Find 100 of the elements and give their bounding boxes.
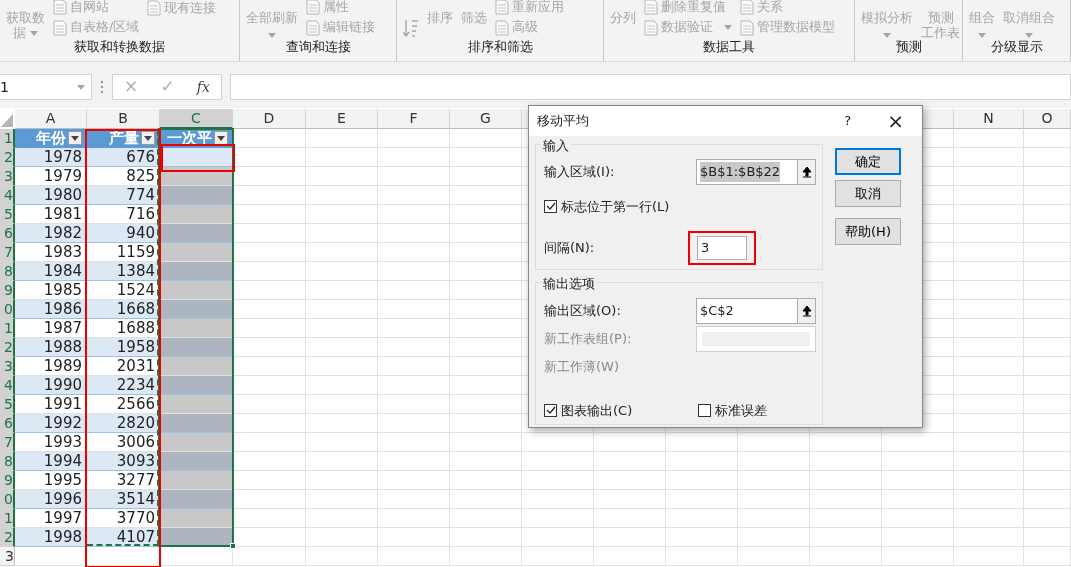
ribbon-button[interactable]: 重新应用: [495, 0, 564, 18]
ribbon-button[interactable]: 编辑链接: [306, 17, 375, 38]
row-header[interactable]: 8: [0, 262, 15, 281]
column-header[interactable]: D: [233, 109, 306, 129]
ribbon-button[interactable]: 数据验证: [644, 17, 732, 38]
table-cell: 3514: [87, 490, 160, 509]
row-header[interactable]: 5: [0, 205, 15, 224]
group-label: 数据工具: [702, 38, 756, 56]
ribbon-button[interactable]: 模拟分析: [861, 0, 913, 38]
column-header[interactable]: A: [15, 109, 87, 129]
column-header[interactable]: E: [306, 109, 378, 129]
row-header[interactable]: 3: [0, 167, 15, 186]
column-header[interactable]: F: [378, 109, 450, 129]
row-header[interactable]: 9: [0, 281, 15, 300]
table-cell: 4107: [87, 528, 160, 547]
table-cell: 1994: [15, 452, 87, 471]
dialog-button[interactable]: 取消: [835, 180, 901, 207]
ribbon-button[interactable]: 自网站: [53, 0, 140, 18]
field-label: 间隔(N):: [544, 238, 595, 257]
row-header[interactable]: 6: [0, 414, 15, 433]
row-header[interactable]: 0: [0, 300, 15, 319]
help-button[interactable]: ?: [844, 111, 852, 131]
ribbon-button[interactable]: 关系: [740, 0, 835, 18]
table-cell: 1982: [15, 224, 87, 243]
row-header[interactable]: 8: [0, 452, 15, 471]
row-header[interactable]: 6: [0, 224, 15, 243]
table-cell: 1980: [15, 186, 87, 205]
column-header[interactable]: O: [1024, 109, 1071, 129]
field-label: 输出区域(O):: [544, 302, 621, 321]
row-header[interactable]: 0: [0, 490, 15, 509]
table-cell: 1384: [87, 262, 160, 281]
table-cell: 1986: [15, 300, 87, 319]
row-header[interactable]: 5: [0, 395, 15, 414]
checkbox-label: 标准误差: [715, 402, 767, 420]
table-cell: 940: [87, 224, 160, 243]
table-cell: 1958: [87, 338, 160, 357]
ribbon-button[interactable]: 组合: [969, 0, 995, 38]
table-cell: 1996: [15, 490, 87, 509]
row-header[interactable]: 2: [0, 528, 15, 547]
group-label: 排序和筛选: [466, 38, 534, 56]
row-header[interactable]: 7: [0, 433, 15, 452]
ribbon-button[interactable]: 现有连接: [147, 0, 217, 19]
field-label: 新工作薄(W): [544, 358, 619, 377]
row-header[interactable]: 4: [0, 376, 15, 395]
ribbon-button[interactable]: 分列: [610, 0, 636, 25]
column-header[interactable]: C: [160, 109, 233, 129]
row-header[interactable]: 3: [0, 547, 15, 566]
row-header[interactable]: 7: [0, 243, 15, 262]
close-button[interactable]: ×: [887, 106, 904, 136]
group-label: 获取和转换数据: [73, 38, 166, 56]
row-header[interactable]: 1: [0, 319, 15, 338]
dialog-title: 移动平均: [537, 112, 589, 131]
ribbon-button[interactable]: 预测 工作表: [921, 0, 960, 40]
row-header[interactable]: 9: [0, 471, 15, 490]
row-header[interactable]: 3: [0, 357, 15, 376]
group-label: 分级显示: [989, 38, 1044, 56]
field-label: 输入区域(I):: [544, 163, 615, 182]
checkbox-label: 图表输出(C): [561, 402, 633, 420]
group-label: 查询和连接: [284, 38, 352, 56]
checkbox-label: 标志位于第一行(L): [561, 198, 670, 216]
table-cell: 1992: [15, 414, 87, 433]
row-header[interactable]: 4: [0, 186, 15, 205]
table-cell: 1984: [15, 262, 87, 281]
table-header-cell: 年份: [15, 129, 87, 148]
input-field[interactable]: 3: [697, 235, 747, 260]
group-label: 预测: [894, 38, 923, 56]
ribbon-button[interactable]: 删除重复值: [644, 0, 732, 18]
ribbon-button[interactable]: 属性: [306, 0, 375, 18]
input-field[interactable]: $C$2: [696, 298, 798, 324]
table-cell: 1978: [15, 148, 87, 167]
table-cell: 2234: [87, 376, 160, 395]
row-header[interactable]: 1: [0, 129, 15, 148]
ribbon-button[interactable]: 筛选: [461, 0, 487, 25]
table-cell: 1668: [87, 300, 160, 319]
ribbon-button[interactable]: 取消组合: [1003, 0, 1055, 38]
row-header[interactable]: 1: [0, 509, 15, 528]
ribbon-button[interactable]: 自表格/区域: [53, 17, 140, 38]
table-cell: 774: [87, 186, 160, 205]
dialog-button[interactable]: 帮助(H): [835, 218, 901, 245]
dialog-button[interactable]: 确定: [835, 148, 901, 175]
ribbon-button[interactable]: 获取数 据: [6, 0, 45, 40]
ribbon-button[interactable]: 管理数据模型: [740, 17, 835, 38]
insert-function-button[interactable]: fx: [196, 76, 210, 98]
table-cell: 1990: [15, 376, 87, 395]
row-header[interactable]: 2: [0, 148, 15, 167]
name-box[interactable]: 1: [0, 74, 92, 100]
table-cell: 676: [87, 148, 160, 167]
row-header[interactable]: 2: [0, 338, 15, 357]
input-field[interactable]: $B$1:$B$22: [696, 159, 798, 185]
column-header[interactable]: B: [87, 109, 160, 129]
table-cell: 2820: [87, 414, 160, 433]
ribbon-button[interactable]: 排序: [427, 0, 453, 25]
enter-button[interactable]: ✓: [160, 74, 175, 100]
field-label: 新工作表组(P):: [544, 330, 632, 349]
cancel-button[interactable]: ×: [124, 74, 139, 100]
column-header[interactable]: N: [954, 109, 1024, 129]
column-header[interactable]: G: [450, 109, 522, 129]
table-cell: 1988: [15, 338, 87, 357]
ribbon-button[interactable]: 全部刷新: [246, 0, 298, 38]
ribbon-button[interactable]: 高级: [495, 17, 564, 38]
